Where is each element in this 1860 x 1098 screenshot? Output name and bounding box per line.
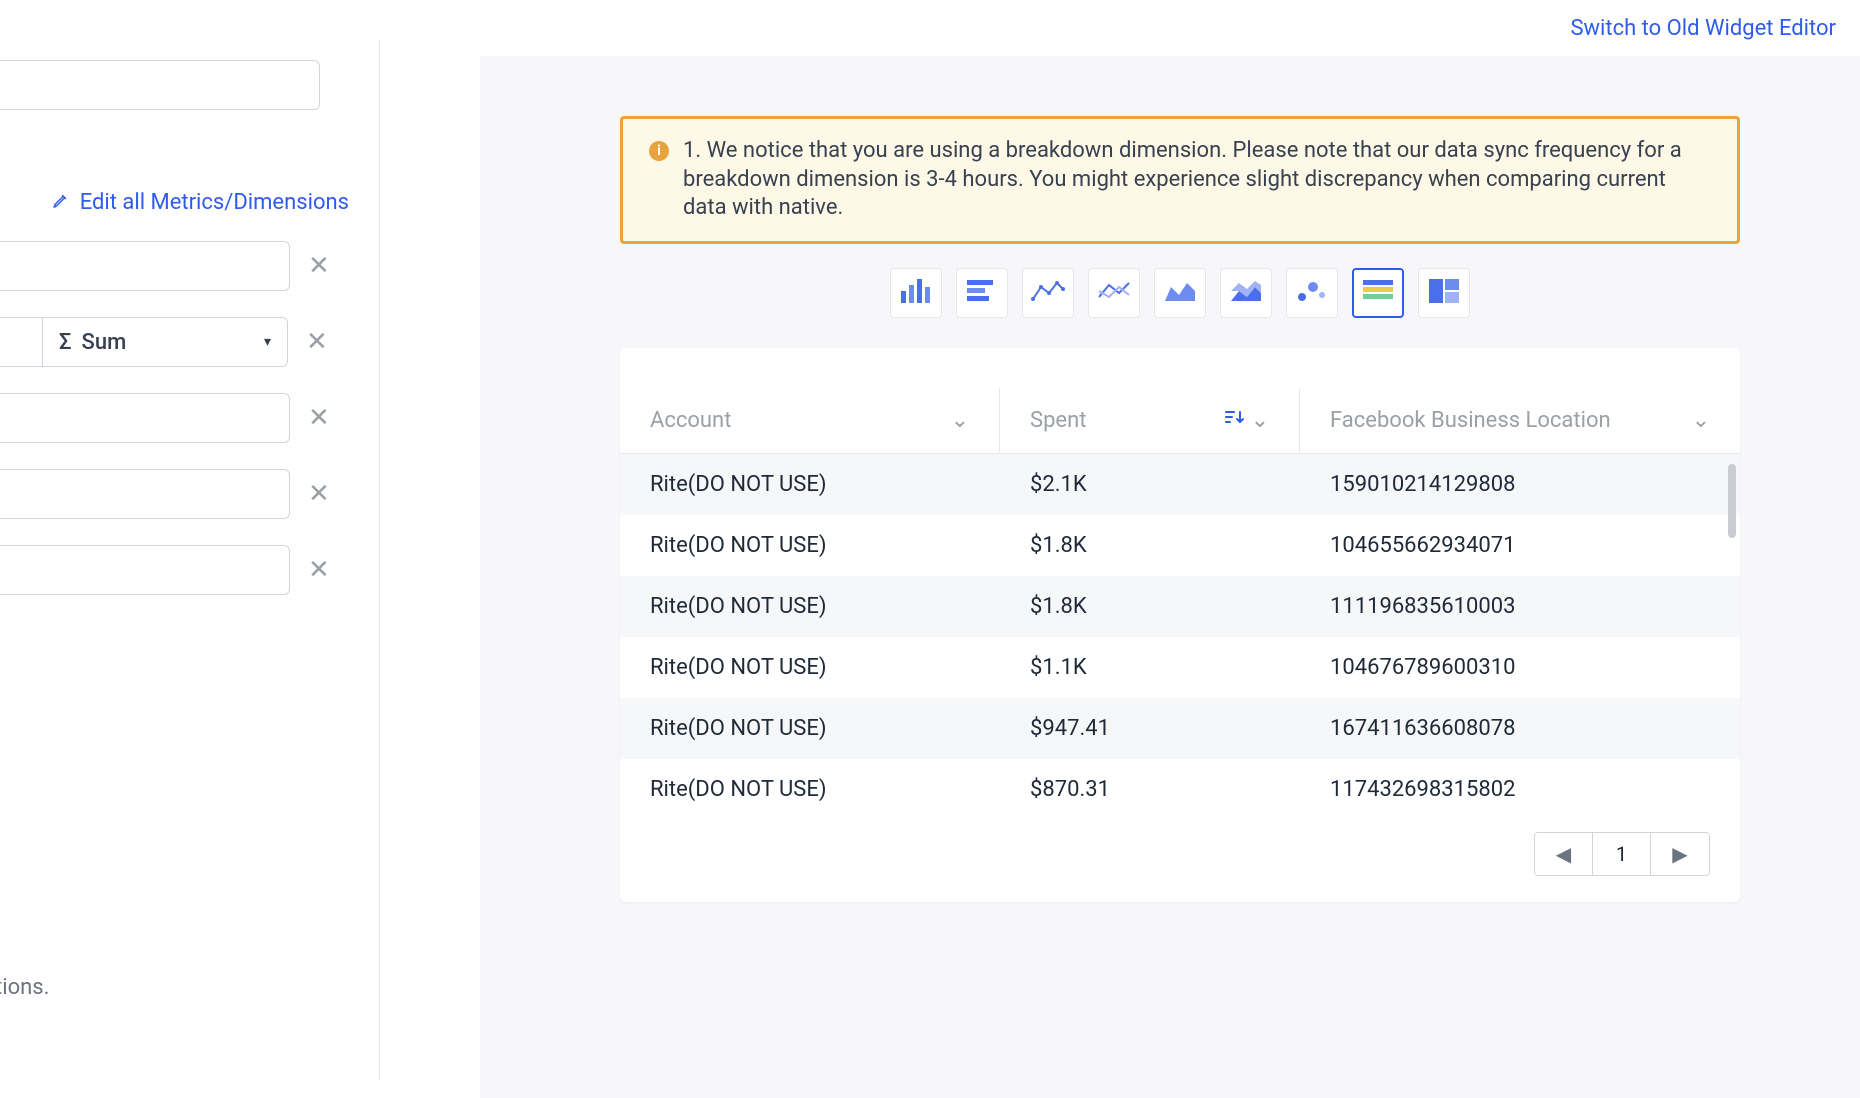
cell-spent: $1.8K <box>1000 515 1300 576</box>
main-canvas: i 1. We notice that you are using a brea… <box>480 56 1860 1098</box>
col-spent-label: Spent <box>1030 408 1086 433</box>
pagination: ◀ 1 ▶ <box>620 816 1740 902</box>
next-page-button[interactable]: ▶ <box>1651 833 1709 875</box>
metric-row-3: ✕ <box>0 393 349 443</box>
chart-type-scatter-chart[interactable] <box>1286 268 1338 318</box>
cell-spent: $1.8K <box>1000 576 1300 637</box>
metric-input-3[interactable] <box>0 393 290 443</box>
multi-line-icon <box>1097 277 1131 309</box>
area-chart-icon <box>1163 277 1197 309</box>
table-row[interactable]: Rite(DO NOT USE)$1.8K104655662934071 <box>620 515 1740 576</box>
metric-input-5[interactable] <box>0 545 290 595</box>
cell-account: Rite(DO NOT USE) <box>620 698 1000 759</box>
data-table-card: Account ⌄ Spent ⌄ Facebook Business Loca… <box>620 348 1740 902</box>
cell-account: Rite(DO NOT USE) <box>620 576 1000 637</box>
sort-indicator-icon <box>1225 410 1245 430</box>
cell-spent: $870.31 <box>1000 759 1300 816</box>
remove-metric-3[interactable]: ✕ <box>308 405 330 431</box>
metric-row-aggregate: Σ Sum ▾ ✕ <box>0 317 349 367</box>
remove-metric-1[interactable]: ✕ <box>308 253 330 279</box>
chart-type-line-chart[interactable] <box>1022 268 1074 318</box>
table-row[interactable]: Rite(DO NOT USE)$1.8K111196835610003 <box>620 576 1740 637</box>
chart-type-treemap-chart[interactable] <box>1418 268 1470 318</box>
bar-chart-icon <box>899 277 933 309</box>
cell-account: Rite(DO NOT USE) <box>620 454 1000 515</box>
cell-location: 104676789600310 <box>1300 637 1740 698</box>
scrollbar-thumb[interactable] <box>1728 464 1736 538</box>
edit-all-label: Edit all Metrics/Dimensions <box>80 190 349 215</box>
chart-type-table-chart[interactable] <box>1352 268 1404 318</box>
chart-type-stacked-area[interactable] <box>1220 268 1272 318</box>
chevron-down-icon: ⌄ <box>1251 408 1269 433</box>
cell-location: 117432698315802 <box>1300 759 1740 816</box>
chart-type-area-chart[interactable] <box>1154 268 1206 318</box>
metric-row-5: ✕ <box>0 545 349 595</box>
table-row[interactable]: Rite(DO NOT USE)$870.31117432698315802 <box>620 759 1740 816</box>
col-account-label: Account <box>650 408 731 433</box>
remove-metric-aggregate[interactable]: ✕ <box>306 329 328 355</box>
cell-location: 111196835610003 <box>1300 576 1740 637</box>
page-number[interactable]: 1 <box>1593 833 1651 875</box>
table-row[interactable]: Rite(DO NOT USE)$1.1K104676789600310 <box>620 637 1740 698</box>
table-row[interactable]: Rite(DO NOT USE)$947.41167411636608078 <box>620 698 1740 759</box>
edit-all-metrics-link[interactable]: Edit all Metrics/Dimensions <box>0 190 349 215</box>
cell-location: 159010214129808 <box>1300 454 1740 515</box>
col-spent[interactable]: Spent ⌄ <box>1000 388 1300 453</box>
col-location[interactable]: Facebook Business Location ⌄ <box>1300 388 1740 453</box>
aggregate-select[interactable]: Σ Sum ▾ <box>42 317 288 367</box>
cell-location: 167411636608078 <box>1300 698 1740 759</box>
metric-row-4: ✕ <box>0 469 349 519</box>
chart-type-multi-line[interactable] <box>1088 268 1140 318</box>
line-chart-icon <box>1031 277 1065 309</box>
switch-editor-link[interactable]: Switch to Old Widget Editor <box>1570 16 1836 41</box>
col-account[interactable]: Account ⌄ <box>620 388 1000 453</box>
cell-account: Rite(DO NOT USE) <box>620 759 1000 816</box>
aggregate-label: Sum <box>82 330 127 355</box>
cell-account: Rite(DO NOT USE) <box>620 515 1000 576</box>
treemap-chart-icon <box>1427 277 1461 309</box>
col-location-label: Facebook Business Location <box>1330 408 1611 433</box>
sigma-icon: Σ <box>59 330 72 355</box>
chevron-down-icon: ⌄ <box>1692 408 1710 433</box>
metric-row-1: ✕ <box>0 241 349 291</box>
metric-input-1[interactable] <box>0 241 290 291</box>
chevron-down-icon: ▾ <box>264 334 271 350</box>
scatter-chart-icon <box>1295 277 1329 309</box>
sidebar-footer-text: ese options. <box>0 975 49 1000</box>
breakdown-alert: i 1. We notice that you are using a brea… <box>620 116 1740 244</box>
sidebar-panel: Edit all Metrics/Dimensions ✕ Σ Sum ▾ ✕ … <box>0 40 380 1080</box>
table-header: Account ⌄ Spent ⌄ Facebook Business Loca… <box>620 388 1740 454</box>
table-chart-icon <box>1361 277 1395 309</box>
cell-spent: $947.41 <box>1000 698 1300 759</box>
metric-input-4[interactable] <box>0 469 290 519</box>
cell-spent: $2.1K <box>1000 454 1300 515</box>
horizontal-bar-icon <box>965 277 999 309</box>
prev-page-button[interactable]: ◀ <box>1535 833 1593 875</box>
cell-account: Rite(DO NOT USE) <box>620 637 1000 698</box>
table-body: Rite(DO NOT USE)$2.1K159010214129808Rite… <box>620 454 1740 816</box>
chart-type-switcher <box>620 268 1740 318</box>
chart-type-bar-chart[interactable] <box>890 268 942 318</box>
alert-message: 1. We notice that you are using a breakd… <box>683 137 1697 223</box>
chart-type-horizontal-bar[interactable] <box>956 268 1008 318</box>
stacked-area-icon <box>1229 277 1263 309</box>
pencil-icon <box>52 191 70 214</box>
metric-input-top[interactable] <box>0 60 320 110</box>
remove-metric-4[interactable]: ✕ <box>308 481 330 507</box>
chevron-down-icon: ⌄ <box>951 408 969 433</box>
cell-spent: $1.1K <box>1000 637 1300 698</box>
info-icon: i <box>649 141 669 161</box>
remove-metric-5[interactable]: ✕ <box>308 557 330 583</box>
table-row[interactable]: Rite(DO NOT USE)$2.1K159010214129808 <box>620 454 1740 515</box>
cell-location: 104655662934071 <box>1300 515 1740 576</box>
